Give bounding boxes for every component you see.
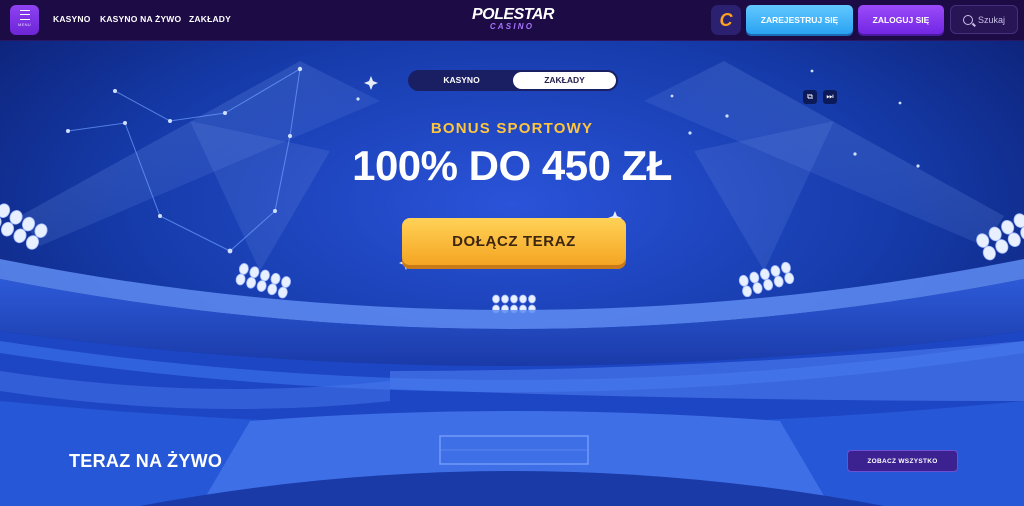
search-button[interactable]: Szukaj [950, 5, 1018, 34]
top-bar: MENU KASYNO KASYNO NA ŻYWO ZAKŁADY POLES… [0, 0, 1024, 41]
tab-kasyno[interactable]: KASYNO [410, 72, 513, 89]
bonus-amount: 100% DO 450 ZŁ [352, 142, 672, 189]
casino-c-icon: C [719, 9, 733, 30]
menu-icon [19, 10, 30, 20]
menu-label: MENU [18, 22, 31, 27]
logo-sub: CASINO [489, 22, 535, 31]
skip-icon[interactable]: ⏭ [823, 90, 837, 104]
search-icon [962, 14, 973, 25]
product-toggle: KASYNO ZAKŁADY [408, 70, 618, 91]
see-all-button[interactable]: ZOBACZ WSZYSTKO [847, 450, 958, 472]
menu-button[interactable]: MENU [10, 5, 39, 35]
tab-zaklady[interactable]: ZAKŁADY [513, 72, 616, 89]
bonus-label: BONUS SPORTOWY [430, 120, 594, 137]
nav-zaklady[interactable]: ZAKŁADY [189, 14, 231, 24]
join-now-button[interactable]: DOŁĄCZ TERAZ [402, 218, 626, 265]
nav-kasyno[interactable]: KASYNO [53, 14, 91, 24]
casino-c-button[interactable]: C [711, 5, 741, 35]
picture-in-picture-icon[interactable]: ⧉ [803, 90, 817, 104]
search-label: Szukaj [977, 14, 1005, 25]
nav-kasyno-na-zywo[interactable]: KASYNO NA ŻYWO [100, 14, 181, 24]
logo[interactable]: POLESTAR CASINO [472, 6, 554, 31]
register-button[interactable]: ZAREJESTRUJ SIĘ [746, 5, 853, 34]
live-section-title: TERAZ NA ŻYWO [69, 451, 223, 471]
stadium-background [0, 41, 1024, 506]
hero-banner: ⧉ ⏭ [0, 41, 1024, 506]
login-button[interactable]: ZALOGUJ SIĘ [858, 5, 944, 34]
logo-main: POLESTAR [472, 6, 554, 23]
